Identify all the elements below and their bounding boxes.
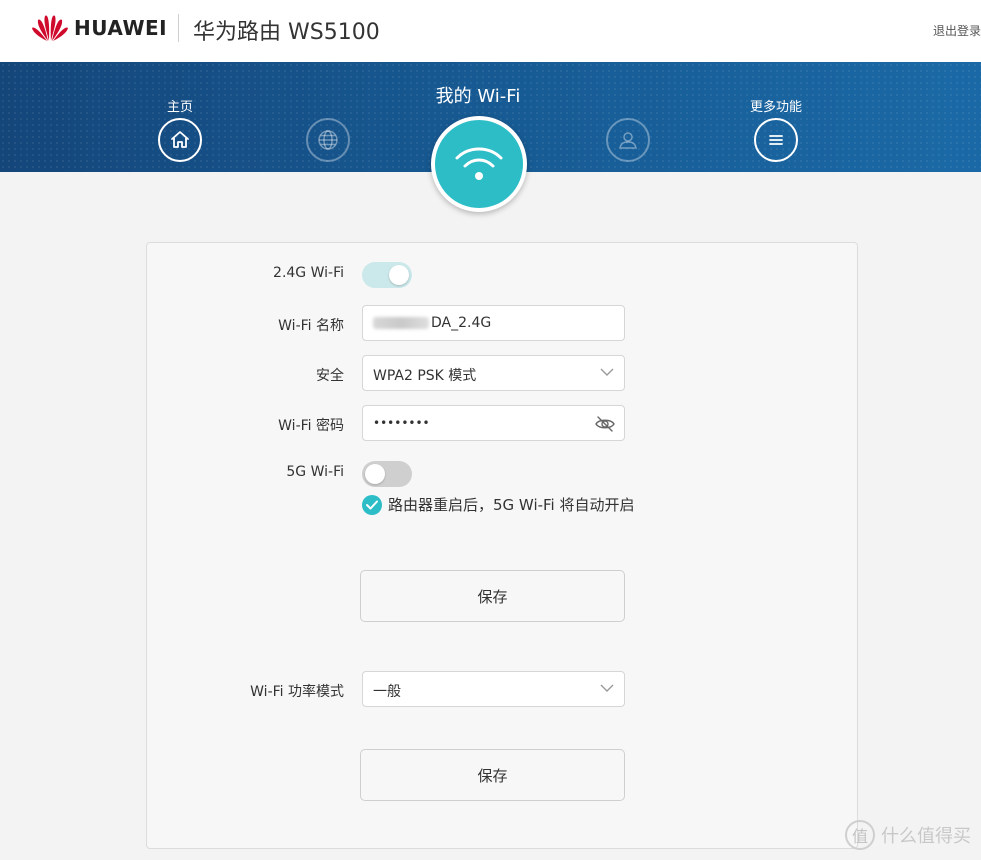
security-label: 安全 [316, 368, 344, 384]
wifi24-toggle[interactable] [362, 262, 412, 288]
toggle-knob [389, 265, 409, 285]
nav-home-label: 主页 [166, 100, 193, 115]
security-value: WPA2 PSK 模式 [373, 368, 477, 384]
restart-hint-text: 路由器重启后，5G Wi-Fi 将自动开启 [388, 496, 635, 514]
site-watermark: 值 什么值得买 [845, 820, 971, 850]
redacted-text [373, 317, 429, 329]
power-mode-label: Wi-Fi 功率模式 [250, 684, 344, 700]
check-circle-icon [362, 494, 382, 515]
brand-name: HUAWEI [74, 16, 168, 40]
power-mode-value: 一般 [373, 684, 401, 700]
nav-more-button[interactable] [754, 118, 798, 162]
nav-home-button[interactable] [158, 118, 202, 162]
password-value: •••••••• [373, 416, 430, 430]
wifi-password-input[interactable]: •••••••• [362, 405, 625, 441]
nav-devices-button[interactable] [606, 118, 650, 162]
wifi-name-input[interactable]: DA_2.4G [362, 305, 625, 341]
wifi-name-label: Wi-Fi 名称 [278, 318, 344, 334]
save-power-button[interactable]: 保存 [360, 749, 625, 801]
chevron-down-icon [600, 368, 614, 376]
wifi5-label: 5G Wi-Fi [286, 464, 344, 480]
wifi24-label: 2.4G Wi-Fi [273, 265, 344, 281]
toggle-knob [365, 464, 385, 484]
watermark-badge: 值 [845, 820, 875, 850]
security-select[interactable]: WPA2 PSK 模式 [362, 355, 625, 391]
password-label: Wi-Fi 密码 [278, 418, 344, 434]
save-wifi-button[interactable]: 保存 [360, 570, 625, 622]
user-icon [619, 132, 637, 149]
home-icon [171, 131, 189, 148]
globe-icon [318, 130, 338, 150]
logout-link[interactable]: 退出登录 [933, 22, 981, 39]
huawei-logo-icon [32, 15, 68, 41]
nav-item-more[interactable]: 更多功能 [731, 62, 821, 162]
wifi5-toggle[interactable] [362, 461, 412, 487]
menu-icon [769, 135, 783, 145]
wifi-name-value: DA_2.4G [431, 315, 492, 331]
eye-hidden-icon[interactable] [594, 414, 616, 434]
nav-item-internet[interactable] [283, 62, 373, 162]
nav-wifi-button[interactable] [431, 116, 527, 212]
nav-item-devices[interactable] [583, 62, 673, 162]
nav-item-home[interactable]: 主页 [135, 62, 225, 162]
header-divider [178, 14, 179, 42]
chevron-down-icon [600, 684, 614, 692]
power-mode-select[interactable]: 一般 [362, 671, 625, 707]
nav-internet-button[interactable] [306, 118, 350, 162]
product-title: 华为路由 WS5100 [193, 20, 380, 45]
top-header: HUAWEI 华为路由 WS5100 退出登录 [0, 0, 981, 62]
nav-more-label: 更多功能 [749, 100, 802, 115]
restart-hint: 路由器重启后，5G Wi-Fi 将自动开启 [362, 494, 635, 515]
watermark-text: 什么值得买 [881, 826, 971, 847]
page-title: 我的 Wi-Fi [435, 86, 521, 107]
wifi-icon [455, 147, 503, 180]
